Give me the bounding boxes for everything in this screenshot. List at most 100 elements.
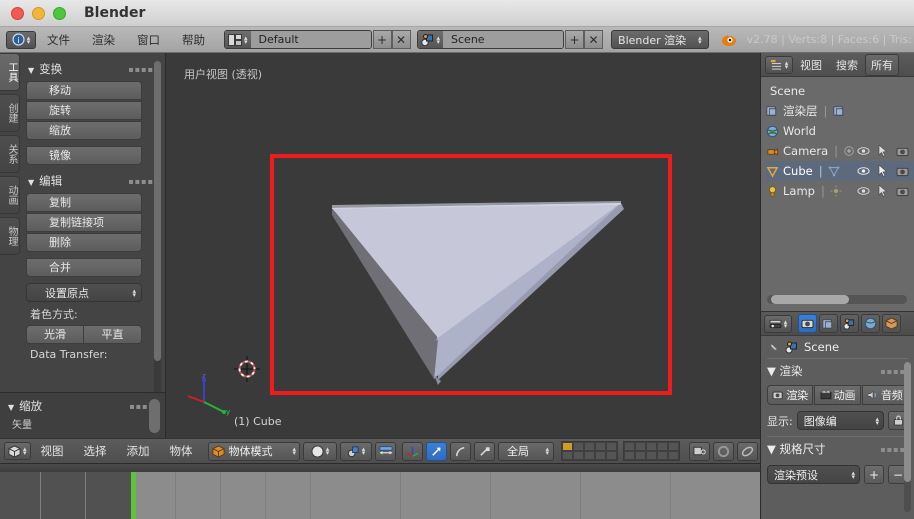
scrollbar-thumb[interactable] [904,362,911,482]
panel-header-transform[interactable]: ▼ 变换 ▪▪▪▪ [26,59,158,81]
lock-camera-button[interactable] [689,441,711,461]
outliner-horizontal-scrollbar[interactable] [767,295,907,304]
properties-tab-world[interactable] [861,314,880,333]
delete-button[interactable]: 删除 [26,233,142,252]
editor-type-properties-icon[interactable]: ▴ ▾ [764,314,792,333]
screen-layout-selector[interactable]: ▴ ▾ Default [224,30,372,49]
layer-cell[interactable] [668,442,680,451]
layer-cell[interactable] [668,451,680,460]
selectability-cursor-icon[interactable] [878,145,888,157]
outliner-menu-view[interactable]: 视图 [793,55,829,75]
layer-cell[interactable] [562,442,574,451]
3d-viewport[interactable]: 用户视图 (透视) z y (1) Cube [166,53,760,438]
layer-cell[interactable] [606,451,618,460]
viewport-menu-view[interactable]: 视图 [31,440,74,462]
scene-selector[interactable]: ▴ ▾ Scene [416,30,565,49]
viewport-menu-select[interactable]: 选择 [74,440,117,462]
pin-icon[interactable] [767,341,780,354]
set-origin-dropdown[interactable]: 设置原点 ▴ ▾ [26,283,142,302]
outliner-display-mode[interactable]: 所有 [865,53,899,76]
selectability-cursor-icon[interactable] [878,165,888,177]
layer-block-second[interactable] [623,441,681,461]
viewport-menu-object[interactable]: 物体 [160,440,203,462]
pivot-point-selector[interactable]: ▴ ▾ [340,441,373,461]
translate-button[interactable]: 移动 [26,81,142,100]
render-preview-button[interactable] [737,441,759,461]
proportional-edit-button[interactable] [713,441,735,461]
outliner-item-camera[interactable]: Camera | [766,141,914,161]
join-button[interactable]: 合并 [26,258,142,277]
menu-help[interactable]: 帮助 [171,29,216,51]
properties-tab-render-layers[interactable] [819,314,838,333]
add-scene-button[interactable]: + [565,30,585,49]
layer-cell[interactable] [584,451,596,460]
scale-button[interactable]: 缩放 [26,121,142,140]
rotate-button[interactable]: 旋转 [26,101,142,120]
layer-cell[interactable] [624,451,636,460]
layer-cell[interactable] [657,442,669,451]
outliner-item-renderlayers[interactable]: 渲染层 | [766,101,914,121]
manipulator-translate-button[interactable] [426,441,448,461]
properties-editor[interactable]: ▴ ▾ Scene ▼ 渲染 ▪▪▪▪ 渲染 动画 音频 显示: 图像编 ▴ ▾… [760,311,914,519]
scale-panel-scrollbar[interactable] [149,399,160,433]
scene-layers-grid[interactable] [561,441,685,461]
manipulator-toggle[interactable] [402,441,424,461]
panel-header-scale[interactable]: ▼ 缩放 ▪▪▪▪ [0,393,165,416]
timeline-editor[interactable] [0,464,760,519]
display-mode-dropdown[interactable]: 图像编 ▴ ▾ [796,411,884,430]
render-camera-icon[interactable] [896,186,909,197]
scrollbar-thumb[interactable] [771,295,849,304]
layer-cell[interactable] [635,451,647,460]
outliner-scene-root[interactable]: Scene [766,81,914,101]
shade-smooth-button[interactable]: 光滑 [26,325,84,344]
layer-cell[interactable] [595,442,607,451]
properties-tab-object[interactable] [882,314,901,333]
outliner-item-lamp[interactable]: Lamp | [766,181,914,201]
editor-type-outliner-icon[interactable]: ▴ ▾ [765,55,793,74]
manipulator-scale-button[interactable] [474,441,496,461]
timeline-playhead[interactable] [131,472,136,519]
layer-cell[interactable] [657,451,669,460]
render-camera-icon[interactable] [896,166,909,177]
editor-type-info-icon[interactable]: i ▴ ▾ [6,30,36,49]
tool-tab-animation[interactable]: 动画 [0,176,20,214]
layer-cell[interactable] [595,451,607,460]
render-audio-button[interactable]: 音频 [861,385,908,405]
timeline-body[interactable] [0,472,760,519]
shade-flat-button[interactable]: 平直 [84,325,142,344]
outliner-item-world[interactable]: World [766,121,914,141]
outliner-editor[interactable]: ▴ ▾ 视图 搜索 所有 Scene 渲染层 | World Camera | … [760,53,914,311]
selectability-cursor-icon[interactable] [878,185,888,197]
tool-tab-physics[interactable]: 物理 [0,217,20,255]
render-preset-dropdown[interactable]: 渲染预设 ▴ ▾ [767,465,860,484]
tool-tab-create[interactable]: 创建 [0,94,20,132]
layer-cell[interactable] [624,442,636,451]
mirror-button[interactable]: 镜像 [26,146,142,165]
maximize-window-button[interactable] [53,6,66,20]
outliner-item-cube[interactable]: Cube | [766,161,914,181]
render-engine-selector[interactable]: Blender 渲染 ▴ ▾ [611,30,709,49]
tool-shelf-scrollbar[interactable] [154,61,161,401]
close-window-button[interactable] [11,6,24,20]
layer-cell[interactable] [562,451,574,460]
panel-header-dimensions[interactable]: ▼ 规格尺寸 ▪▪▪▪ [767,436,908,461]
properties-tab-scene[interactable] [840,314,859,333]
menu-render[interactable]: 渲染 [81,29,126,51]
duplicate-button[interactable]: 复制 [26,193,142,212]
layer-cell[interactable] [573,442,585,451]
layer-cell[interactable] [646,442,658,451]
snap-magnet-toggle[interactable] [375,441,397,461]
minimize-window-button[interactable] [32,6,45,20]
layer-cell[interactable] [606,442,618,451]
scrollbar-thumb[interactable] [154,61,161,361]
layer-cell[interactable] [573,451,585,460]
editor-type-3dview-icon[interactable]: ▴ ▾ [4,442,31,460]
render-animation-button[interactable]: 动画 [814,385,861,405]
visibility-eye-icon[interactable] [857,146,870,156]
visibility-eye-icon[interactable] [857,186,870,196]
menu-window[interactable]: 窗口 [126,29,171,51]
visibility-eye-icon[interactable] [857,166,870,176]
panel-header-render[interactable]: ▼ 渲染 ▪▪▪▪ [767,358,908,383]
delete-layout-button[interactable]: ✕ [391,30,411,49]
panel-header-edit[interactable]: ▼ 编辑 ▪▪▪▪ [26,171,158,193]
